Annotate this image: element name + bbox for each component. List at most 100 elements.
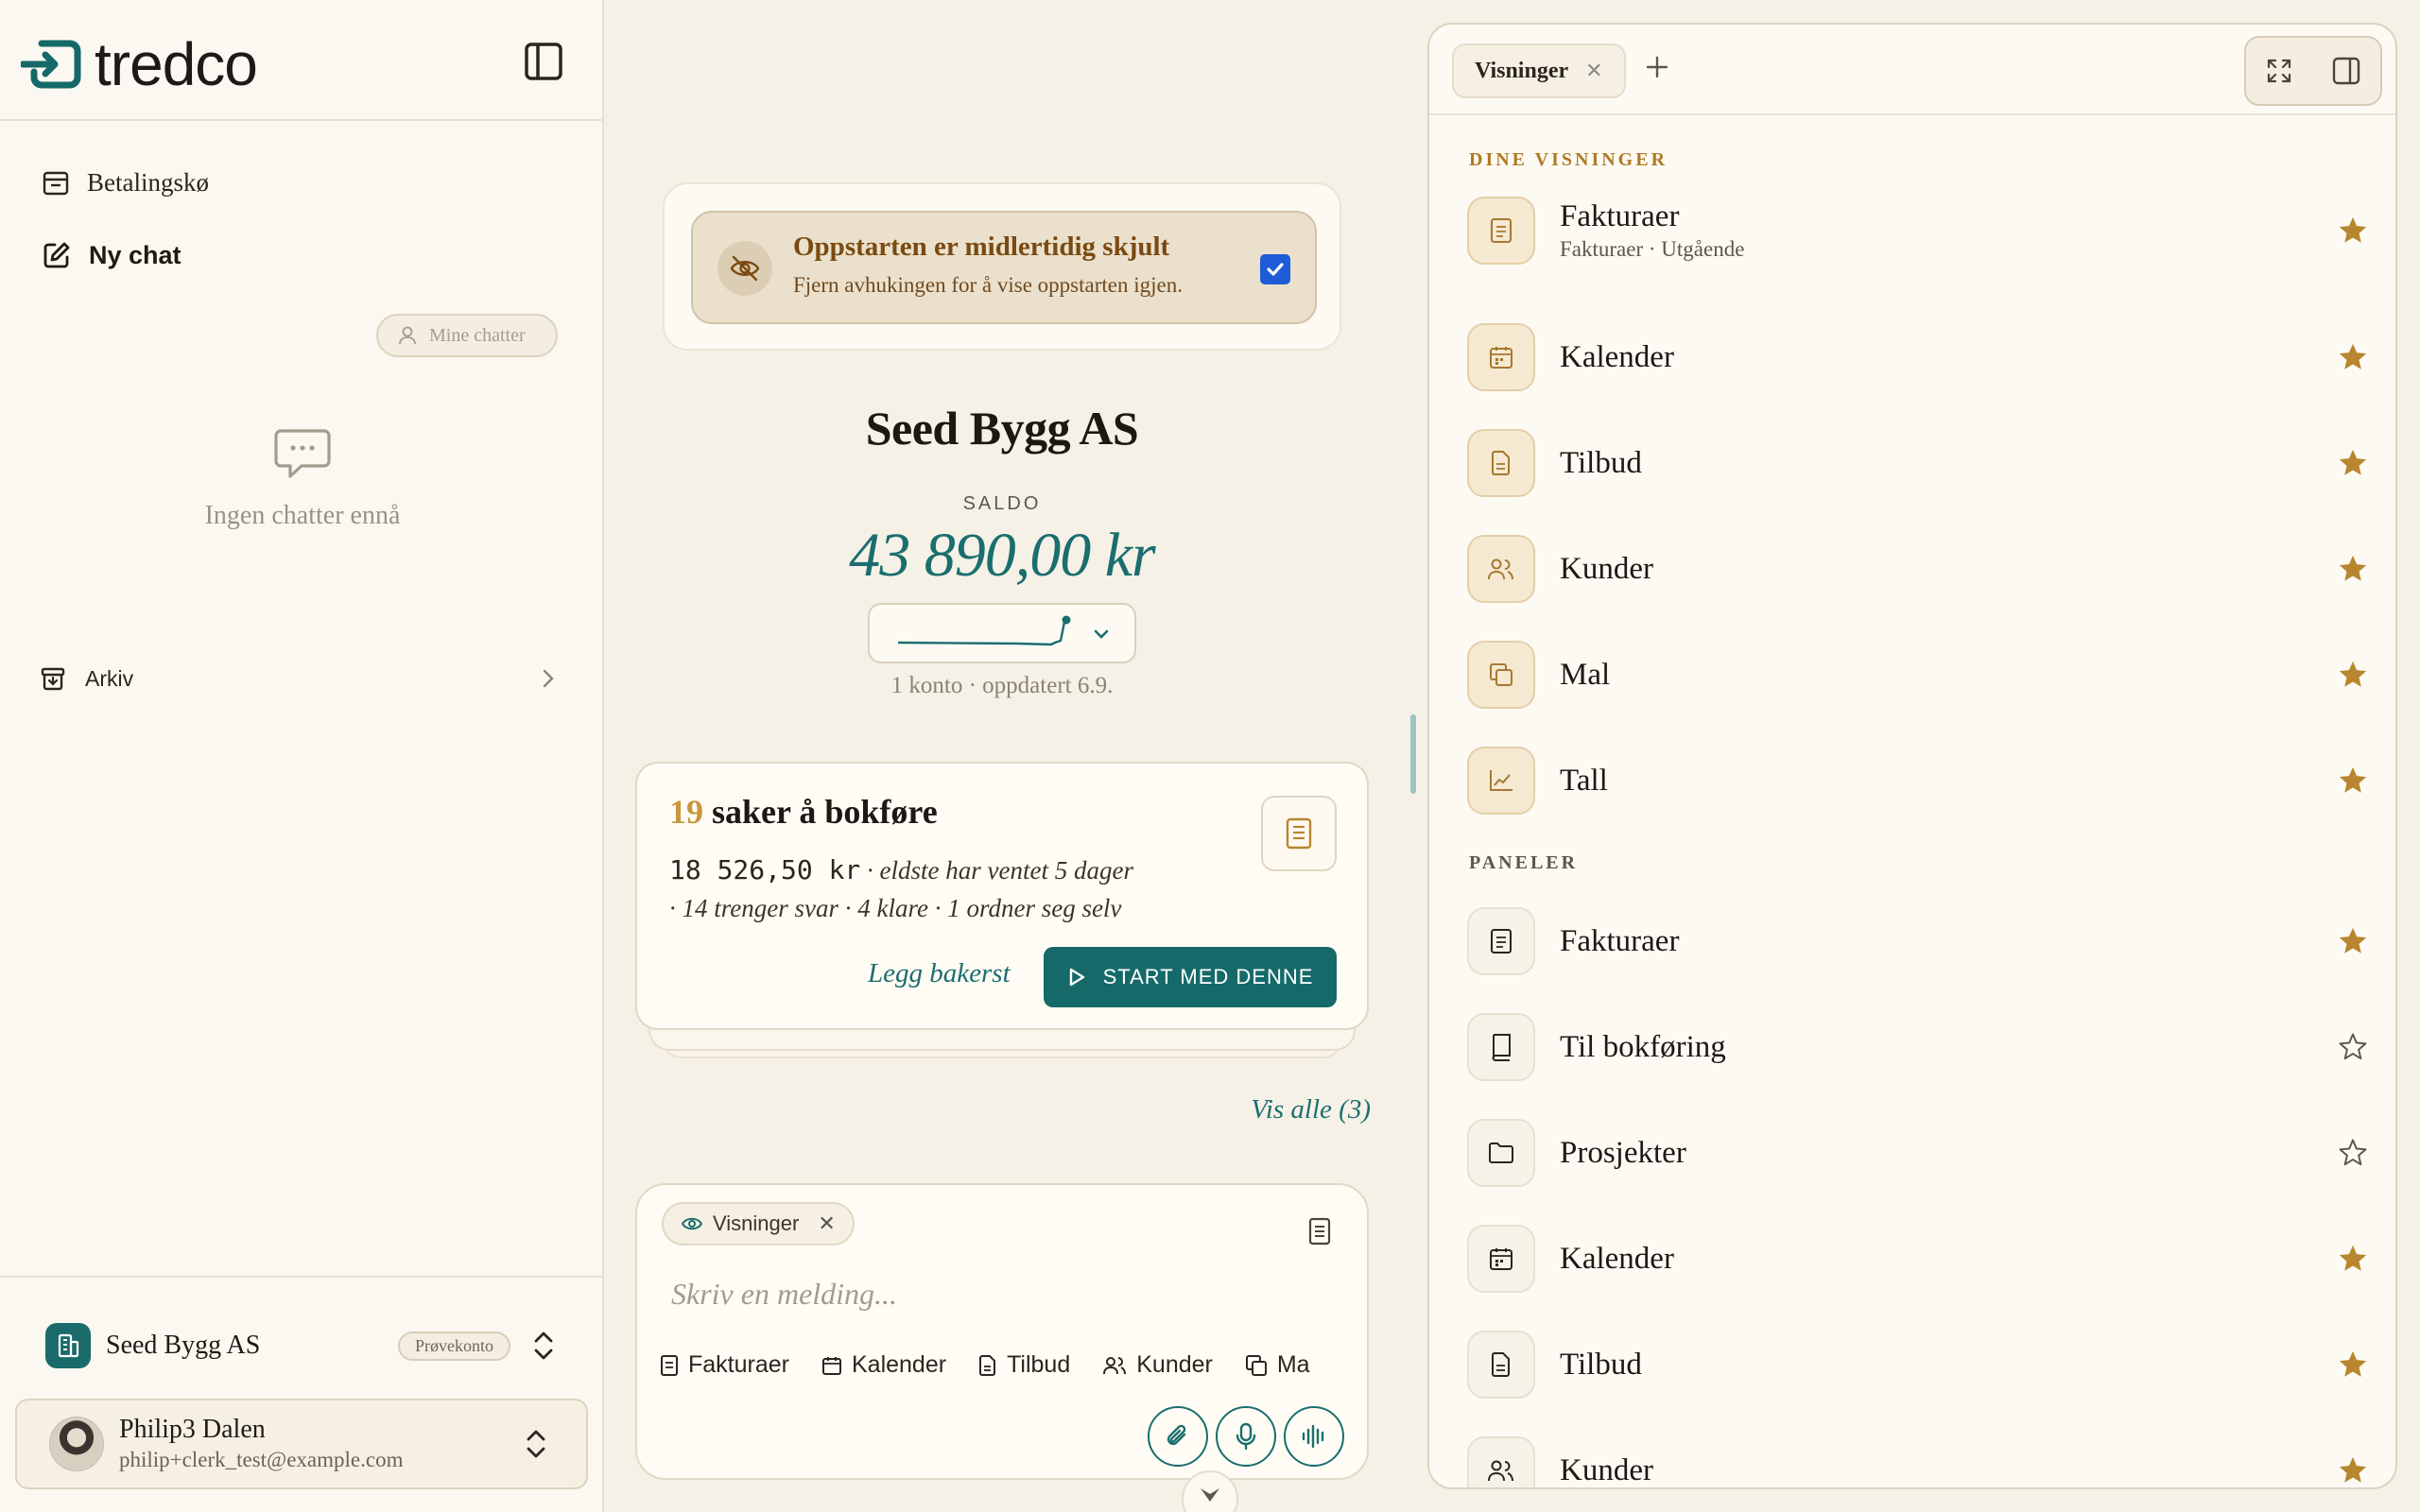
message-input[interactable] bbox=[671, 1270, 1333, 1317]
quick-mal[interactable]: Ma bbox=[1245, 1351, 1310, 1379]
eye-icon bbox=[681, 1217, 703, 1230]
sidebar-toggle-button[interactable] bbox=[524, 42, 569, 87]
task-amount: 18 526,50 kr bbox=[669, 854, 861, 885]
sparkline bbox=[897, 615, 1071, 646]
calendar-icon bbox=[1490, 1248, 1512, 1270]
attach-button[interactable] bbox=[1148, 1406, 1208, 1467]
my-chats-filter[interactable]: Mine chatter bbox=[376, 314, 558, 357]
file-icon bbox=[1492, 1352, 1510, 1377]
sidebar-toggle-icon bbox=[525, 43, 562, 80]
expand-icon[interactable] bbox=[2265, 57, 2293, 85]
plus-icon[interactable] bbox=[1643, 53, 1671, 81]
star-filled-icon[interactable] bbox=[2337, 447, 2369, 479]
panel-item-til-bokforing[interactable]: Til bokføring bbox=[1467, 1011, 2375, 1083]
panel-item-kunder[interactable]: Kunder bbox=[1467, 1435, 2375, 1487]
balance-chart-dropdown[interactable] bbox=[868, 603, 1136, 663]
panel-item-fakturaer[interactable]: Fakturaer bbox=[1467, 905, 2375, 977]
org-switcher[interactable]: Seed Bygg AS Prøvekonto bbox=[45, 1319, 556, 1372]
panel-title: Tilbud bbox=[1560, 1348, 1642, 1382]
view-title: Tall bbox=[1560, 764, 1608, 798]
archive-icon bbox=[41, 667, 65, 691]
task-count: 19 bbox=[669, 793, 703, 831]
document-icon[interactable] bbox=[1308, 1217, 1331, 1246]
star-filled-icon[interactable] bbox=[2337, 341, 2369, 373]
close-icon[interactable]: ✕ bbox=[818, 1211, 835, 1236]
quick-kalender-label: Kalender bbox=[851, 1351, 947, 1378]
view-item-mal[interactable]: Mal bbox=[1467, 639, 2375, 711]
panel-toggle-icon[interactable] bbox=[2331, 56, 2361, 86]
balance-amount: 43 890,00 kr bbox=[849, 521, 1155, 590]
star-filled-icon[interactable] bbox=[2337, 1243, 2369, 1275]
tredco-logo-icon bbox=[21, 40, 81, 89]
start-task-button[interactable]: START MED DENNE bbox=[1044, 947, 1337, 1007]
panel-icon-box bbox=[1467, 1119, 1535, 1187]
folder-icon bbox=[1489, 1143, 1513, 1163]
chat-bubble-icon bbox=[274, 429, 331, 478]
panel-icon-box bbox=[1467, 907, 1535, 975]
users-icon bbox=[1488, 1460, 1513, 1482]
hide-onboarding-checkbox[interactable] bbox=[1260, 254, 1290, 284]
user-icon bbox=[399, 326, 416, 345]
star-filled-icon[interactable] bbox=[2337, 659, 2369, 691]
star-filled-icon[interactable] bbox=[2337, 1349, 2369, 1381]
panel-title: Fakturaer bbox=[1560, 924, 1680, 958]
logo[interactable]: tredco bbox=[21, 34, 258, 94]
section-panels: PANELER bbox=[1469, 852, 1579, 873]
star-filled-icon[interactable] bbox=[2337, 925, 2369, 957]
views-panel: Visninger ✕ DINE VISNINGER Fakturaer Fak… bbox=[1427, 23, 2397, 1489]
view-item-kalender[interactable]: Kalender bbox=[1467, 321, 2375, 393]
view-title: Kalender bbox=[1560, 340, 1674, 374]
view-item-fakturaer[interactable]: Fakturaer Fakturaer · Utgående bbox=[1467, 195, 2375, 266]
postpone-link[interactable]: Legg bakerst bbox=[868, 958, 1011, 989]
close-icon[interactable]: ✕ bbox=[1585, 59, 1602, 83]
user-menu[interactable]: Philip3 Dalen philip+clerk_test@example.… bbox=[15, 1399, 588, 1489]
archive-link[interactable]: Arkiv bbox=[40, 662, 558, 696]
view-item-tall[interactable]: Tall bbox=[1467, 745, 2375, 816]
org-icon bbox=[45, 1323, 91, 1368]
chevron-right-icon bbox=[543, 669, 554, 688]
panel-item-kalender[interactable]: Kalender bbox=[1467, 1223, 2375, 1295]
see-all-link[interactable]: Vis alle (3) bbox=[1229, 1094, 1371, 1125]
quick-fakturaer[interactable]: Fakturaer bbox=[660, 1351, 789, 1379]
task-amount-line: 18 526,50 kr · eldste har ventet 5 dager bbox=[669, 854, 1133, 886]
voice-mode-button[interactable] bbox=[1284, 1406, 1344, 1467]
star-filled-icon[interactable] bbox=[2337, 765, 2369, 797]
document-icon bbox=[1491, 218, 1512, 243]
star-filled-icon[interactable] bbox=[2337, 553, 2369, 585]
quick-kalender[interactable]: Kalender bbox=[821, 1351, 946, 1379]
account-info: 1 konto · oppdatert 6.9. bbox=[890, 673, 1114, 698]
panel-resize-handle[interactable] bbox=[1410, 714, 1416, 794]
star-filled-icon[interactable] bbox=[2337, 215, 2369, 247]
nav-betalingsko[interactable]: Betalingskø bbox=[42, 168, 209, 198]
empty-chats-state: Ingen chatter ennå bbox=[113, 427, 492, 531]
onboarding-notice: Oppstarten er midlertidig skjult Fjern a… bbox=[691, 211, 1317, 324]
task-title: 19 saker å bokføre bbox=[669, 792, 938, 832]
file-icon bbox=[979, 1354, 996, 1376]
star-outline-icon[interactable] bbox=[2337, 1137, 2369, 1169]
star-filled-icon[interactable] bbox=[2337, 1454, 2369, 1486]
tab-visninger[interactable]: Visninger ✕ bbox=[1452, 43, 1626, 98]
quick-tilbud[interactable]: Tilbud bbox=[978, 1351, 1070, 1379]
nav-new-chat[interactable]: Ny chat bbox=[42, 240, 182, 270]
star-outline-icon[interactable] bbox=[2337, 1031, 2369, 1063]
panel-title: Til bokføring bbox=[1560, 1030, 1726, 1064]
view-item-kunder[interactable]: Kunder bbox=[1467, 533, 2375, 605]
user-name: Philip3 Dalen bbox=[119, 1415, 266, 1444]
book-icon bbox=[1492, 1034, 1511, 1061]
view-item-tilbud[interactable]: Tilbud bbox=[1467, 427, 2375, 499]
trial-badge: Prøvekonto bbox=[398, 1331, 510, 1361]
panel-icon-box bbox=[1467, 1013, 1535, 1081]
paperclip-icon bbox=[1167, 1424, 1186, 1446]
view-icon-box bbox=[1467, 429, 1535, 497]
context-chip-visninger[interactable]: Visninger ✕ bbox=[662, 1202, 855, 1246]
view-icon-box bbox=[1467, 641, 1535, 709]
microphone-button[interactable] bbox=[1216, 1406, 1276, 1467]
file-icon bbox=[1492, 451, 1510, 475]
quick-kunder[interactable]: Kunder bbox=[1102, 1351, 1213, 1379]
panel-item-tilbud[interactable]: Tilbud bbox=[1467, 1329, 2375, 1400]
view-icon-box bbox=[1467, 535, 1535, 603]
receipt-button[interactable] bbox=[1261, 796, 1337, 871]
panel-item-prosjekter[interactable]: Prosjekter bbox=[1467, 1117, 2375, 1189]
play-icon bbox=[1069, 968, 1084, 987]
quick-fakturaer-label: Fakturaer bbox=[688, 1351, 789, 1378]
